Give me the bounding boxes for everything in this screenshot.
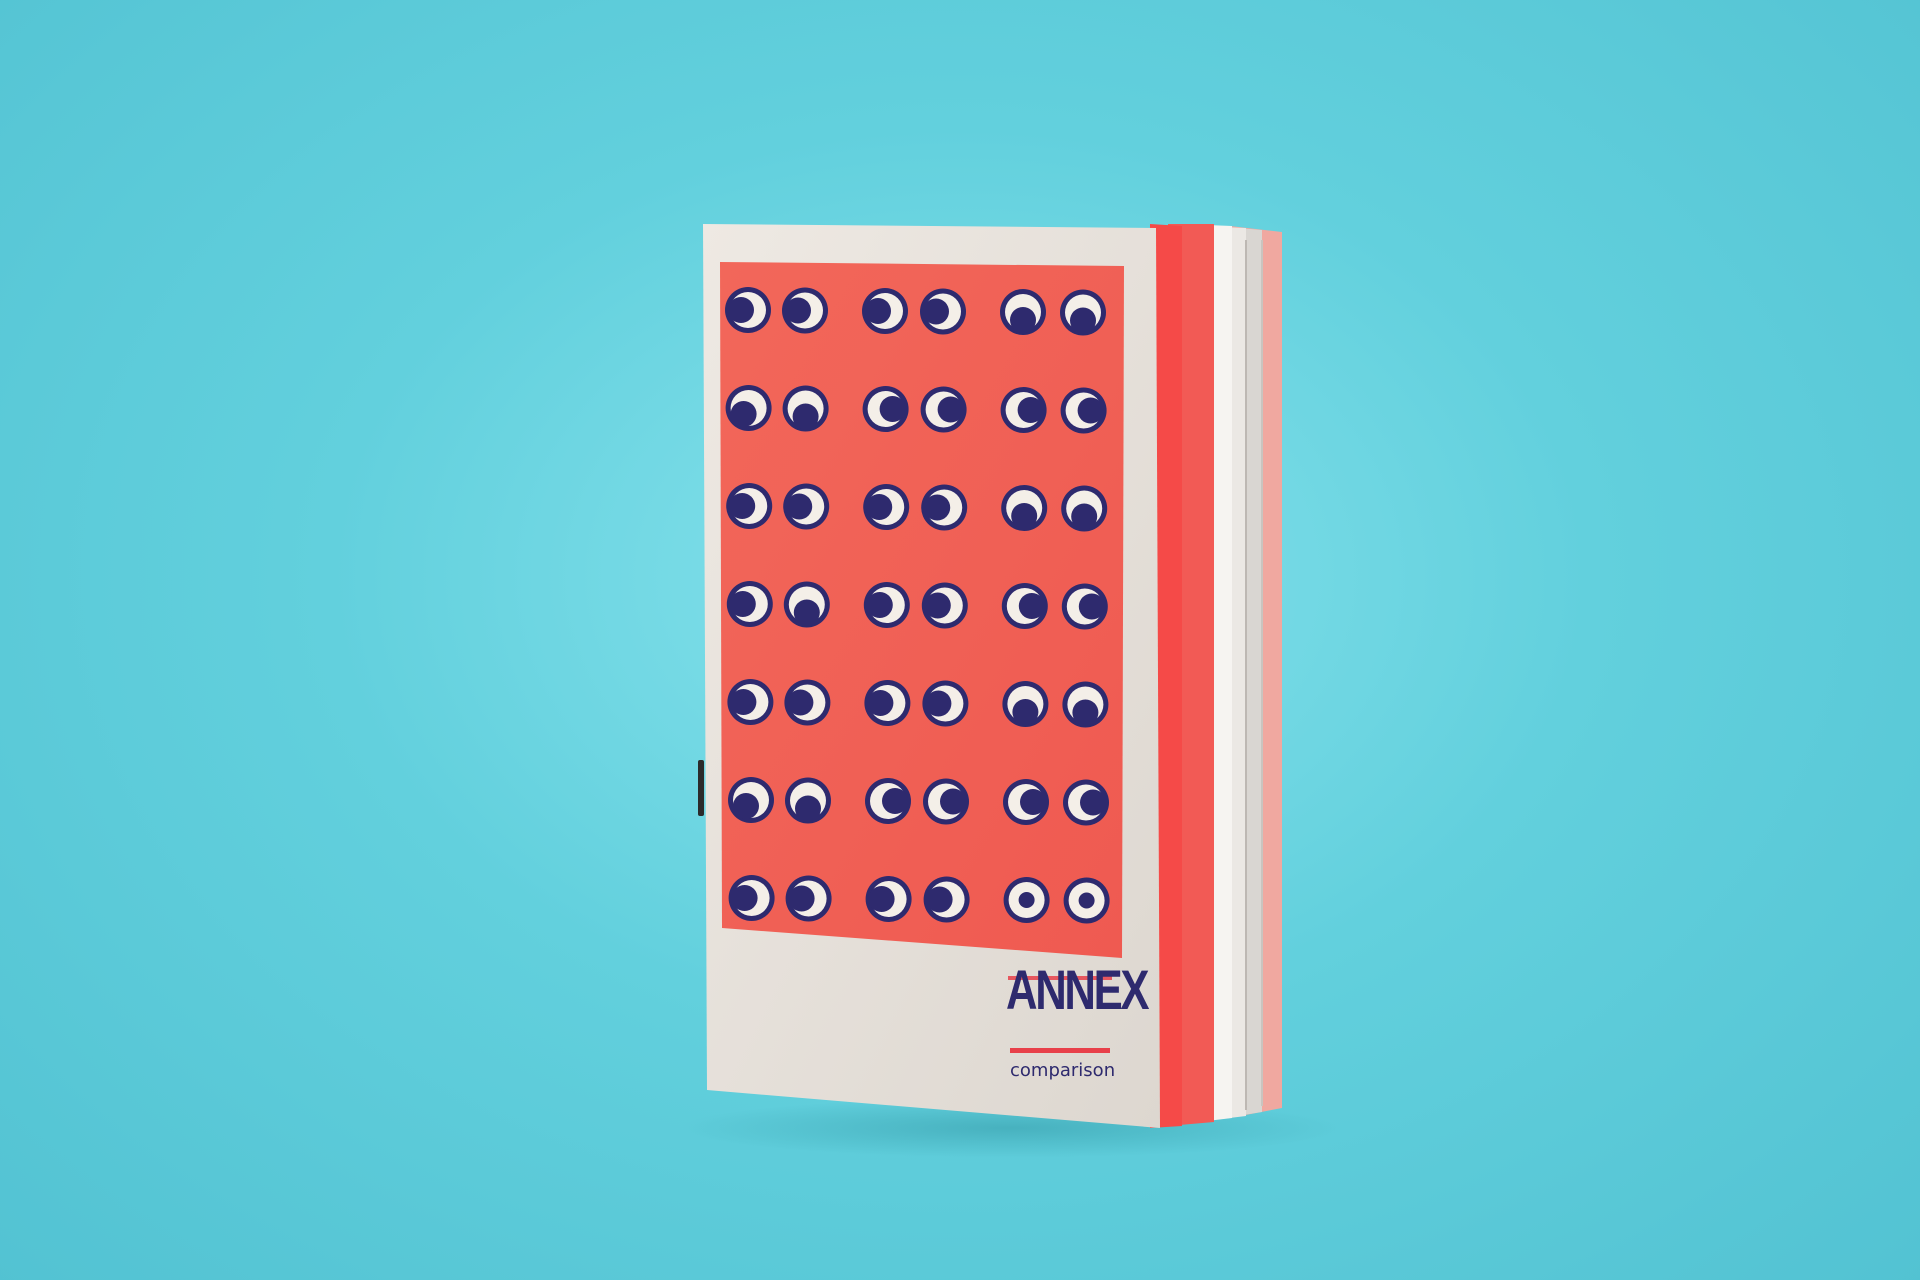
eye-icon bbox=[785, 777, 831, 824]
eye-icon bbox=[725, 385, 772, 431]
eye-icon bbox=[864, 680, 911, 726]
eye-icon bbox=[727, 679, 774, 725]
eye-icon bbox=[783, 581, 830, 628]
photo-scene bbox=[680, 224, 1340, 1158]
eye-icon bbox=[1001, 583, 1048, 629]
book-page-edges bbox=[1168, 224, 1282, 1126]
eye-icon bbox=[1000, 387, 1047, 433]
eye-icon bbox=[862, 288, 908, 334]
eye-icon bbox=[921, 582, 968, 629]
eye-icon bbox=[865, 876, 912, 922]
binding-mark bbox=[698, 760, 704, 816]
eye-icon bbox=[726, 483, 773, 529]
eye-icon bbox=[728, 777, 774, 823]
eye-icon bbox=[725, 287, 771, 333]
eye-icon bbox=[783, 483, 830, 530]
eye-icon bbox=[1003, 877, 1050, 923]
eye-icon bbox=[1000, 289, 1046, 335]
eye-icon bbox=[784, 679, 831, 726]
eye-icon bbox=[863, 484, 910, 530]
eye-icon bbox=[920, 386, 967, 433]
eye-icon bbox=[865, 778, 911, 824]
eye-icon bbox=[785, 875, 832, 922]
eye-icon bbox=[1062, 681, 1109, 728]
eye-icon bbox=[920, 288, 966, 335]
eye-icon bbox=[1061, 583, 1108, 630]
eye-icon bbox=[1060, 289, 1106, 336]
eye-icon bbox=[1063, 877, 1110, 924]
cover-title: ANNEX bbox=[1006, 958, 1150, 1021]
eye-icon bbox=[1060, 387, 1107, 434]
eye-icon bbox=[1003, 779, 1049, 825]
eye-icon bbox=[782, 287, 828, 334]
eye-icon bbox=[1002, 681, 1049, 727]
eye-icon bbox=[923, 778, 969, 825]
eye-icon bbox=[726, 581, 773, 627]
eye-icon bbox=[1063, 779, 1109, 826]
eye-icon bbox=[921, 484, 968, 531]
eye-icon bbox=[922, 680, 969, 727]
eye-icon bbox=[862, 386, 909, 432]
eye-icon bbox=[728, 875, 775, 921]
title-underline bbox=[1010, 1048, 1110, 1053]
eye-icon bbox=[863, 582, 910, 628]
eye-icon bbox=[923, 876, 970, 923]
cover-subtitle: comparison bbox=[1010, 1060, 1116, 1081]
eye-icon bbox=[1061, 485, 1108, 532]
eye-icon bbox=[1001, 485, 1048, 531]
eye-icon bbox=[782, 385, 829, 432]
